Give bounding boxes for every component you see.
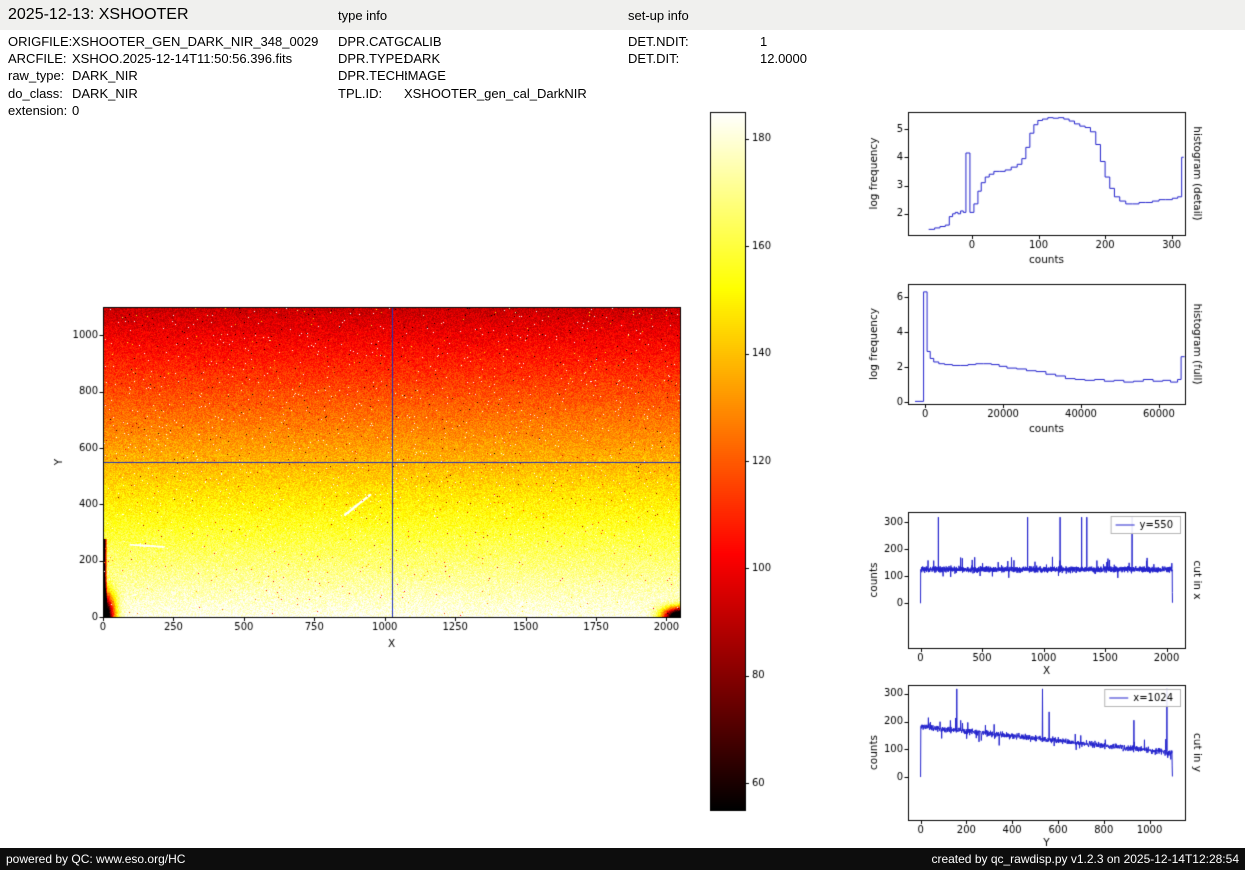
info-row: extension: 0 <box>8 102 318 119</box>
cut-in-y-plot <box>855 673 1215 849</box>
info-value: DARK_NIR <box>72 85 138 101</box>
header-bar: 2025-12-13: XSHOOTER type info set-up in… <box>0 0 1245 30</box>
info-row: DET.DIT: 12.0000 <box>628 50 807 67</box>
qc-report-page: 2025-12-13: XSHOOTER type info set-up in… <box>0 0 1245 870</box>
footer-left-text: powered by QC: www.eso.org/HC <box>6 852 186 866</box>
type-info-block: DPR.CATG:CALIB DPR.TYPE:DARK DPR.TECH:IM… <box>338 33 587 102</box>
info-label: DPR.TECH: <box>338 68 409 84</box>
footer-right-text: created by qc_rawdisp.py v1.2.3 on 2025-… <box>931 852 1239 866</box>
setup-info-heading: set-up info <box>628 8 689 23</box>
info-label: DPR.CATG: <box>338 34 408 49</box>
info-value: CALIB <box>404 34 442 49</box>
info-value: XSHOOTER_gen_cal_DarkNIR <box>404 85 587 101</box>
file-info-block: ORIGFILE:XSHOOTER_GEN_DARK_NIR_348_0029 … <box>8 33 318 119</box>
info-row: DPR.CATG:CALIB <box>338 33 587 50</box>
info-row: do_class: DARK_NIR <box>8 85 318 102</box>
info-value: 0 <box>72 102 80 118</box>
cut-in-x-canvas <box>855 500 1215 680</box>
footer-bar: powered by QC: www.eso.org/HC created by… <box>0 848 1245 870</box>
info-row: DPR.TECH:IMAGE <box>338 67 587 84</box>
info-row: TPL.ID: XSHOOTER_gen_cal_DarkNIR <box>338 85 587 102</box>
histogram-full-canvas <box>855 272 1215 447</box>
cut-in-x-plot <box>855 500 1215 680</box>
info-value: IMAGE <box>404 68 446 84</box>
info-value: 12.0000 <box>760 51 807 67</box>
info-label: DET.NDIT: <box>628 34 689 49</box>
info-row: ARCFILE: XSHOO.2025-12-14T11:50:56.396.fi… <box>8 50 318 67</box>
info-value: XSHOO.2025-12-14T11:50:56.396.fits <box>72 51 293 67</box>
info-row: raw_type: DARK_NIR <box>8 67 318 84</box>
info-row: ORIGFILE:XSHOOTER_GEN_DARK_NIR_348_0029 <box>8 33 318 50</box>
histogram-full-plot <box>855 272 1215 447</box>
histogram-detail-canvas <box>855 100 1215 275</box>
setup-info-block: DET.NDIT: 1 DET.DIT: 12.0000 <box>628 33 807 67</box>
colorbar <box>700 100 790 820</box>
type-info-heading: type info <box>338 8 388 23</box>
detector-image-plot <box>50 288 710 658</box>
histogram-detail-plot <box>855 100 1215 275</box>
info-value: DARK_NIR <box>72 68 138 84</box>
colorbar-canvas <box>700 100 790 820</box>
info-label: raw_type: <box>8 68 65 84</box>
info-label: DET.DIT: <box>628 51 680 67</box>
detector-image-canvas <box>50 288 710 658</box>
info-row: DPR.TYPE:DARK <box>338 50 587 67</box>
page-title: 2025-12-13: XSHOOTER <box>8 6 189 23</box>
info-label: TPL.ID: <box>338 85 383 101</box>
info-label: DPR.TYPE: <box>338 51 407 67</box>
info-label: extension: <box>8 102 68 118</box>
info-label: ARCFILE: <box>8 51 67 67</box>
cut-in-y-canvas <box>855 673 1215 849</box>
info-row: DET.NDIT: 1 <box>628 33 807 50</box>
info-value: 1 <box>760 34 768 49</box>
info-label: do_class: <box>8 85 63 101</box>
info-value: DARK <box>404 51 441 67</box>
info-label: ORIGFILE: <box>8 34 73 49</box>
info-value: XSHOOTER_GEN_DARK_NIR_348_0029 <box>72 34 319 49</box>
